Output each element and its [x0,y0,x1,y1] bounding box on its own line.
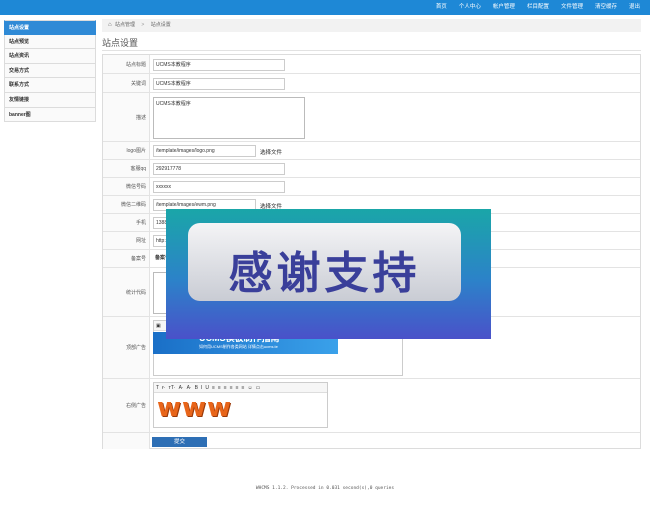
tool-align-left-icon[interactable]: ≡ [212,385,215,391]
nav-columns[interactable]: 栏目配置 [521,0,555,15]
sidebar-item-banner[interactable]: banner图 [4,107,96,123]
label-stats: 统计代码 [103,268,150,316]
tool-indent-icon[interactable]: ≡ [242,385,245,391]
nav-logout[interactable]: 退出 [623,0,646,15]
row-right-ad: 右侧广告 T ғ· тT· A· A· B I U ≡ ≡ ≡ ≡ ≡ ≡ ☺ … [103,379,640,433]
logo-choose-file-button[interactable]: 选择文件 [260,148,282,156]
nav-account[interactable]: 帐户管理 [487,0,521,15]
breadcrumb-home[interactable]: 站点管理 [115,22,135,28]
page-title: 站点设置 [102,38,139,48]
label-submit-empty [103,433,150,449]
row-submit: 提交 [103,433,640,449]
row-description: 描述 UCMS本教程序 [103,93,640,142]
tool-list2-icon[interactable]: ≡ [236,385,239,391]
nav-profile[interactable]: 个人中心 [453,0,487,15]
sidebar-item-site-info[interactable]: 站点资讯 [4,49,96,64]
row-qq: 客服qq 292917778 [103,160,640,178]
label-qrcode: 微信二维码 [103,196,150,213]
row-wechat: 微信号码 xxxxxx [103,178,640,196]
label-keywords: 关键词 [103,74,150,92]
overlay-banner: 感谢支持 [166,209,491,339]
tool-align-right-icon[interactable]: ≡ [224,385,227,391]
source-icon[interactable]: ▣ [156,323,161,329]
breadcrumb-current: 站点设置 [150,22,171,28]
label-top-ad: 顶部广告 [103,317,150,378]
submit-button[interactable]: 提交 [152,437,207,447]
nav-files[interactable]: 文件管理 [555,0,589,15]
label-description: 描述 [103,93,150,141]
right-ad-toolbar: T ғ· тT· A· A· B I U ≡ ≡ ≡ ≡ ≡ ≡ ☺ ▭ [154,383,327,393]
top-nav: 首页 个人中心 帐户管理 栏目配置 文件管理 清空缓存 退出 [430,0,646,15]
tool-align-center-icon[interactable]: ≡ [218,385,221,391]
label-site-title: 站点标题 [103,55,150,73]
wechat-input[interactable]: xxxxxx [153,181,285,193]
sidebar-item-links[interactable]: 友情链接 [4,92,96,108]
label-icp: 备案号 [103,250,150,267]
tool-italic-icon[interactable]: I [201,385,202,391]
label-phone: 手机 [103,214,150,231]
tool-bgcolor-icon[interactable]: A· [187,385,192,391]
sidebar-item-contact[interactable]: 联系方式 [4,78,96,93]
label-logo: logo图片 [103,142,150,159]
nav-home[interactable]: 首页 [430,0,453,15]
breadcrumb-separator-icon: > [141,22,145,28]
description-textarea[interactable]: UCMS本教程序 [153,97,305,139]
tool-bold-icon[interactable]: B [195,385,198,391]
banner-subtitle: 如何用UCMS制作各类网站 详情点击ucms.te [199,344,278,349]
top-bar: 首页 个人中心 帐户管理 栏目配置 文件管理 清空缓存 退出 [0,0,650,15]
breadcrumb: ⌂ 站点管理 > 站点设置 [102,19,641,32]
qq-input[interactable]: 292917778 [153,163,285,175]
keywords-input[interactable]: UCMS本教程序 [153,78,285,90]
label-wechat: 微信号码 [103,178,150,195]
sidebar: 站点设置 站点预览 站点资讯 交易方式 联系方式 友情链接 banner图 [4,20,96,123]
title-divider [102,50,641,51]
logo-path-input[interactable]: /template/images/logo.png [153,145,256,157]
tool-size-icon[interactable]: тT· [169,385,176,391]
label-qq: 客服qq [103,160,150,177]
footer: WHCMS 1.1.2. Processed in 0.031 second(s… [255,486,395,491]
home-icon: ⌂ [108,22,112,28]
label-url: 网址 [103,232,150,249]
tool-list-icon[interactable]: ≡ [230,385,233,391]
tool-image-icon[interactable]: ▭ [256,385,261,391]
row-site-title: 站点标题 UCMS本教程序 [103,55,640,74]
overlay-text: 感谢支持 [228,248,421,299]
sidebar-item-site-preview[interactable]: 站点预览 [4,34,96,50]
sidebar-item-payment[interactable]: 交易方式 [4,63,96,79]
nav-clear-cache[interactable]: 清空缓存 [589,0,623,15]
tool-color-icon[interactable]: A· [179,385,184,391]
tool-emoji-icon[interactable]: ☺ [247,385,252,391]
sidebar-item-site-settings[interactable]: 站点设置 [4,20,96,35]
right-ad-image-text: www [157,393,233,423]
tool-font-icon[interactable]: ғ· [162,385,166,391]
tool-underline-icon[interactable]: U [205,385,209,391]
tool-source-icon[interactable]: T [156,385,159,391]
row-logo: logo图片 /template/images/logo.png 选择文件 [103,142,640,160]
overlay-panel: 感谢支持 [188,223,461,301]
row-keywords: 关键词 UCMS本教程序 [103,74,640,93]
label-right-ad: 右侧广告 [103,379,150,432]
site-title-input[interactable]: UCMS本教程序 [153,59,285,71]
